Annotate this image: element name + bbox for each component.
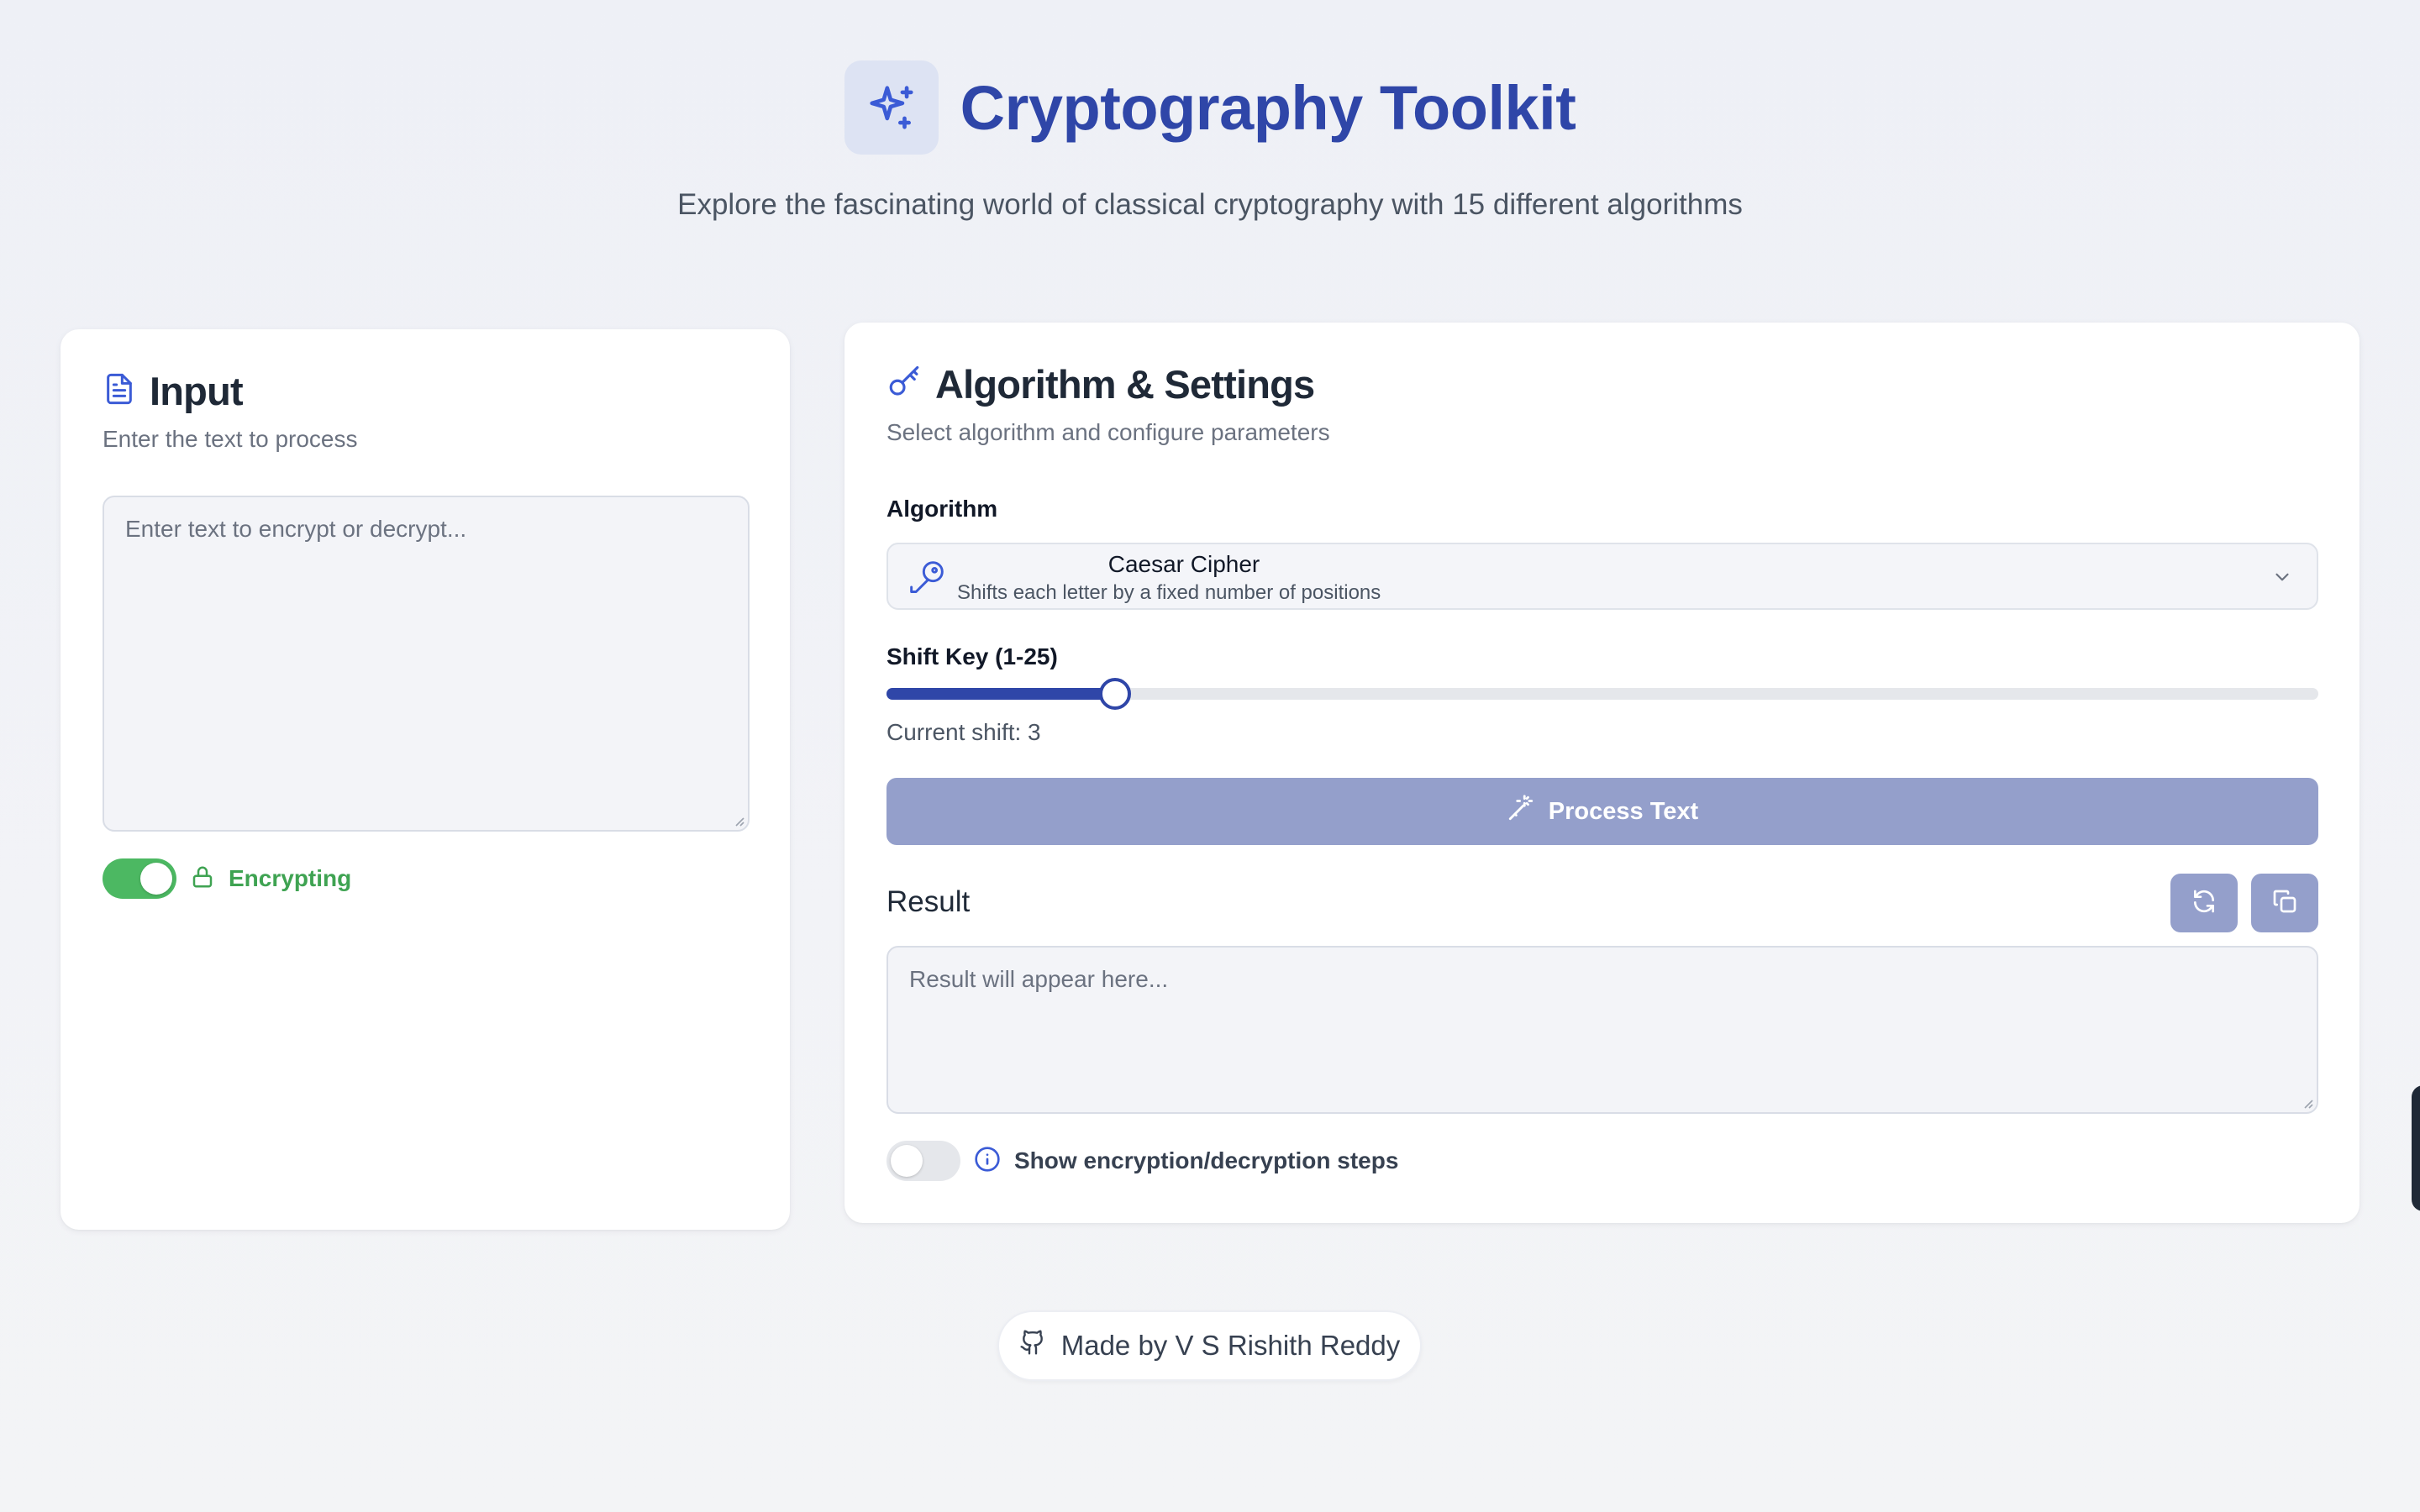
input-placeholder: Enter text to encrypt or decrypt... xyxy=(125,516,467,542)
process-text-button[interactable]: Process Text xyxy=(886,778,2318,845)
algorithm-label: Algorithm xyxy=(886,496,998,522)
slider-fill xyxy=(886,688,1115,700)
shift-key-label: Shift Key (1-25) xyxy=(886,643,1058,669)
input-card-header: Input xyxy=(103,368,358,414)
file-text-icon xyxy=(103,370,136,412)
algorithm-option: Caesar Cipher Shifts each letter by a fi… xyxy=(957,551,1411,605)
settings-card-description: Select algorithm and configure parameter… xyxy=(886,419,1330,445)
algorithm-description: Shifts each letter by a fixed number of … xyxy=(957,581,1381,604)
input-card-title: Input xyxy=(150,369,244,413)
process-button-label: Process Text xyxy=(1548,797,1699,825)
result-textarea[interactable]: Result will appear here... xyxy=(886,946,2318,1114)
input-card-description: Enter the text to process xyxy=(103,426,358,452)
page-subtitle: Explore the fascinating world of classic… xyxy=(677,188,1743,221)
steps-label: Show encryption/decryption steps xyxy=(1014,1147,1399,1173)
page-title: Cryptography Toolkit xyxy=(960,72,1576,143)
steps-toggle[interactable] xyxy=(886,1141,960,1181)
title-row: Cryptography Toolkit xyxy=(844,60,1576,155)
result-title: Result xyxy=(886,885,971,918)
sparkles-icon xyxy=(844,60,939,155)
result-placeholder: Result will appear here... xyxy=(909,966,1169,992)
resize-grip-icon[interactable] xyxy=(2300,1095,2313,1109)
input-card: Input Enter the text to process Enter te… xyxy=(60,329,790,1230)
resize-grip-icon[interactable] xyxy=(731,813,744,827)
wand-icon xyxy=(1507,794,1535,829)
mode-toggle[interactable] xyxy=(103,858,176,899)
copy-icon xyxy=(2271,888,2298,919)
side-widget-tab[interactable] xyxy=(2412,1085,2420,1211)
copy-button[interactable] xyxy=(2251,874,2318,932)
info-icon xyxy=(974,1146,1001,1177)
author-credit-link[interactable]: Made by V S Rishith Reddy xyxy=(997,1310,1422,1381)
settings-card-title: Algorithm & Settings xyxy=(935,362,1315,407)
current-shift-text: Current shift: 3 xyxy=(886,719,1041,745)
settings-card-header: Algorithm & Settings xyxy=(886,361,1330,407)
page-header: Cryptography Toolkit Explore the fascina… xyxy=(0,60,2420,222)
chevron-down-icon xyxy=(2271,566,2293,592)
settings-card: Algorithm & Settings Select algorithm an… xyxy=(844,323,2360,1223)
algorithm-select[interactable]: Caesar Cipher Shifts each letter by a fi… xyxy=(886,543,2318,610)
mode-toggle-row: Encrypting xyxy=(103,858,351,899)
lock-icon xyxy=(190,863,215,895)
key-icon xyxy=(886,365,922,404)
refresh-icon xyxy=(2191,888,2217,919)
mode-label: Encrypting xyxy=(229,865,352,891)
algorithm-name: Caesar Cipher xyxy=(1107,551,1260,577)
slider-thumb[interactable] xyxy=(1099,678,1131,710)
steps-toggle-row: Show encryption/decryption steps xyxy=(886,1141,1398,1181)
key-icon xyxy=(908,559,945,601)
swap-button[interactable] xyxy=(2170,874,2238,932)
author-credit-text: Made by V S Rishith Reddy xyxy=(1060,1330,1401,1361)
shift-slider[interactable] xyxy=(886,674,2318,714)
github-icon xyxy=(1019,1329,1046,1362)
input-textarea[interactable]: Enter text to encrypt or decrypt... xyxy=(103,496,750,832)
